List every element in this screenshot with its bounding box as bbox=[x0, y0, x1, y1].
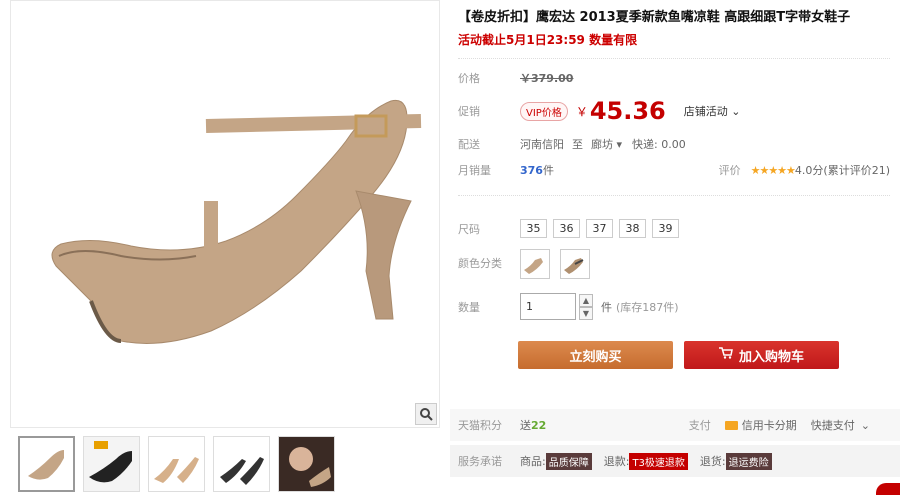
points-give: 送 bbox=[520, 419, 531, 432]
sandal-illustration bbox=[51, 99, 422, 344]
rating-label: 评价 bbox=[718, 164, 741, 177]
vip-badge: VIP价格 bbox=[520, 101, 568, 121]
cart-icon bbox=[718, 347, 733, 363]
service-row: 服务承诺 商品: 品质保障 退款: T3极速退款 退货: 退运费险 bbox=[450, 445, 900, 477]
ship-from: 河南信阳 bbox=[520, 138, 564, 151]
quantity-stepper: ▲ ▼ bbox=[579, 293, 593, 320]
price-label: 价格 bbox=[458, 72, 480, 85]
refund-badge[interactable]: T3极速退款 bbox=[629, 452, 688, 470]
thumbnail-4[interactable] bbox=[213, 436, 270, 492]
quantity-row: 数量 1 ▲ ▼ 件 (库存187件) bbox=[458, 293, 679, 320]
credit-installment[interactable]: 信用卡分期 bbox=[742, 417, 797, 433]
thumbnail-3[interactable] bbox=[148, 436, 205, 492]
thumbnail-5[interactable] bbox=[278, 436, 335, 492]
size-label: 尺码 bbox=[458, 222, 480, 236]
quick-pay[interactable]: 快捷支付 bbox=[811, 417, 855, 433]
points-label: 天猫积分 bbox=[458, 419, 502, 432]
size-option[interactable]: 36 bbox=[553, 219, 580, 238]
express-fee: 快递: 0.00 bbox=[632, 138, 686, 151]
payment-label: 支付 bbox=[688, 419, 711, 432]
product-title: 【卷皮折扣】鹰宏达 2013夏季新款鱼嘴凉鞋 高跟细跟T字带女鞋子 bbox=[458, 10, 851, 25]
store-activity-dropdown[interactable]: 店铺活动 ⌄ bbox=[684, 103, 741, 119]
ship-to-select[interactable]: 廊坊 ▾ bbox=[591, 136, 622, 152]
corner-badge-icon bbox=[876, 483, 900, 495]
quantity-input[interactable]: 1 bbox=[520, 293, 576, 320]
thumbnail-2[interactable] bbox=[83, 436, 140, 492]
buy-now-label: 立刻购买 bbox=[569, 349, 622, 365]
stock-info: (库存187件) bbox=[616, 300, 679, 314]
currency-symbol: ￥ bbox=[575, 104, 588, 119]
review-count[interactable]: (累计评价21) bbox=[823, 162, 890, 178]
color-label: 颜色分类 bbox=[458, 257, 502, 270]
sales-count: 376 bbox=[520, 163, 543, 177]
size-option[interactable]: 37 bbox=[586, 219, 613, 238]
quantity-unit: 件 bbox=[601, 300, 612, 314]
thumbnail-1[interactable] bbox=[18, 436, 75, 492]
store-activity-label: 店铺活动 bbox=[683, 105, 728, 118]
chevron-down-icon: ⌄ bbox=[731, 105, 741, 118]
main-product-image[interactable] bbox=[10, 0, 440, 428]
color-row: 颜色分类 bbox=[458, 249, 600, 279]
buy-now-button[interactable]: 立刻购买 bbox=[518, 341, 673, 369]
credit-card-icon bbox=[724, 420, 738, 430]
product-info: 【卷皮折扣】鹰宏达 2013夏季新款鱼嘴凉鞋 高跟细跟T字带女鞋子 活动截止5月… bbox=[458, 0, 890, 48]
color-option-2[interactable] bbox=[560, 249, 590, 279]
points-row: 天猫积分 送 22 支付 信用卡分期 快捷支付 ⌄ bbox=[450, 409, 900, 441]
size-option[interactable]: 39 bbox=[652, 219, 679, 238]
triangle-down-icon: ▾ bbox=[616, 138, 623, 151]
quantity-label: 数量 bbox=[458, 300, 480, 314]
ship-to: 廊坊 bbox=[591, 138, 613, 151]
size-option[interactable]: 38 bbox=[619, 219, 646, 238]
service-ship: 退货: bbox=[699, 455, 726, 468]
promo-price: 45.36 bbox=[589, 97, 666, 125]
product-page: 【卷皮折扣】鹰宏达 2013夏季新款鱼嘴凉鞋 高跟细跟T字带女鞋子 活动截止5月… bbox=[0, 0, 900, 495]
promo-text: 活动截止5月1日23:59 数量有限 bbox=[458, 33, 638, 47]
sales-unit: 件 bbox=[542, 164, 554, 177]
decrement-button[interactable]: ▼ bbox=[579, 306, 593, 320]
add-cart-label: 加入购物车 bbox=[738, 349, 804, 365]
return-insurance-badge[interactable]: 退运费险 bbox=[725, 452, 772, 470]
sales-row: 月销量 376 件 评价 ★★★★★ 4.0分 (累计评价21) bbox=[458, 162, 890, 178]
divider bbox=[458, 58, 890, 59]
promo-label: 促销 bbox=[458, 105, 480, 118]
original-price: ￥379.00 bbox=[520, 72, 574, 85]
shipping-row: 配送 河南信阳 至 廊坊 ▾ 快递: 0.00 bbox=[458, 136, 686, 152]
size-row: 尺码 35 36 37 38 39 bbox=[458, 219, 685, 238]
shipping-label: 配送 bbox=[458, 138, 480, 151]
service-refund: 退款: bbox=[603, 455, 630, 468]
add-to-cart-button[interactable]: 加入购物车 bbox=[684, 341, 839, 369]
promo-price-row: 促销 VIP价格 ￥ 45.36 店铺活动 ⌄ bbox=[458, 97, 740, 125]
zoom-icon[interactable] bbox=[415, 403, 437, 425]
color-option-1[interactable] bbox=[520, 249, 550, 279]
service-goods: 商品: bbox=[520, 455, 546, 468]
sales-label: 月销量 bbox=[458, 164, 491, 177]
ship-to-word: 至 bbox=[572, 138, 583, 151]
size-option[interactable]: 35 bbox=[520, 219, 547, 238]
divider bbox=[458, 195, 890, 196]
increment-button[interactable]: ▲ bbox=[579, 293, 593, 307]
rating-score: 4.0分 bbox=[794, 164, 824, 177]
quality-badge[interactable]: 品质保障 bbox=[545, 452, 592, 470]
price-row: 价格 ￥379.00 bbox=[458, 70, 573, 86]
points-value: 22 bbox=[531, 418, 547, 432]
chevron-down-icon[interactable]: ⌄ bbox=[861, 419, 870, 432]
service-label: 服务承诺 bbox=[458, 455, 502, 468]
thumbnail-strip bbox=[18, 436, 335, 492]
rating-stars: ★★★★★ bbox=[750, 163, 796, 177]
